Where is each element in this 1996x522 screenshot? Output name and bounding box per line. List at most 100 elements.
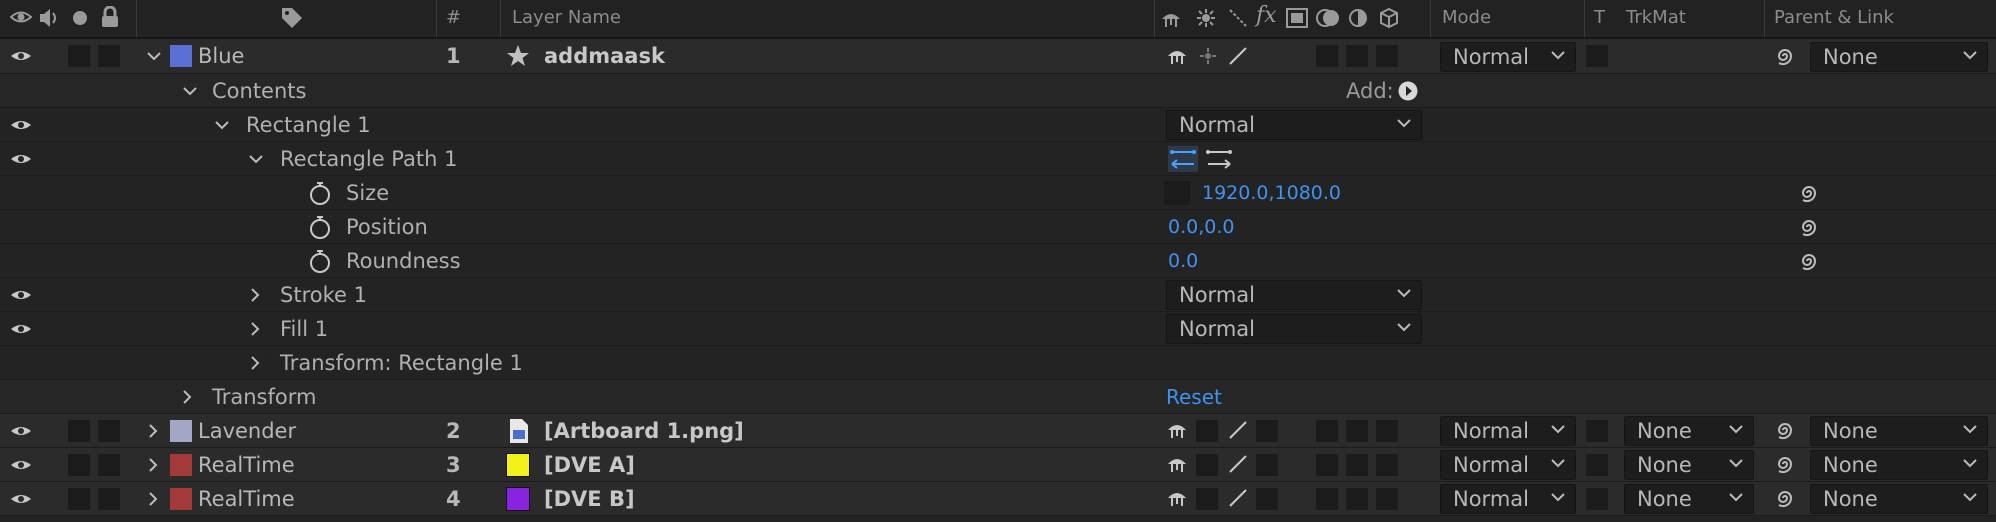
constrain-proportions-switch[interactable] xyxy=(1164,181,1190,205)
fill-1-row[interactable]: Fill 1 Normal xyxy=(0,312,1996,346)
rectangle-path-1-row[interactable]: Rectangle Path 1 xyxy=(0,142,1996,176)
path-direction-reverse-icon[interactable] xyxy=(1168,146,1198,172)
stopwatch-icon[interactable] xyxy=(308,180,332,206)
label-tag-icon[interactable] xyxy=(280,6,304,30)
3d-switch[interactable] xyxy=(1376,454,1398,476)
chevron-right-icon[interactable] xyxy=(250,321,260,337)
3d-layer-icon[interactable] xyxy=(1378,7,1400,29)
trkmat-dropdown[interactable]: None xyxy=(1624,416,1754,446)
mode-dropdown[interactable]: Normal xyxy=(1440,450,1576,480)
eye-icon[interactable] xyxy=(10,424,32,438)
chevron-right-icon[interactable] xyxy=(148,423,158,439)
eye-icon[interactable] xyxy=(10,458,32,472)
layer-row-3[interactable]: RealTime 3 [DVE A] Normal None None xyxy=(0,448,1996,482)
motion-blur-switch[interactable] xyxy=(1316,454,1338,476)
layer-row-2[interactable]: Lavender 2 [Artboard 1.png] Normal None … xyxy=(0,414,1996,448)
parent-dropdown[interactable]: None xyxy=(1810,42,1988,72)
3d-switch[interactable] xyxy=(1376,488,1398,510)
adjustment-switch[interactable] xyxy=(1346,488,1368,510)
3d-switch[interactable] xyxy=(1376,420,1398,442)
pick-whip-icon[interactable] xyxy=(1798,250,1820,272)
solo-switch[interactable] xyxy=(68,45,90,67)
solo-switch[interactable] xyxy=(68,420,90,442)
solo-icon[interactable] xyxy=(72,10,88,26)
position-value[interactable]: 0.0,0.0 xyxy=(1168,210,1234,244)
path-direction-normal-icon[interactable] xyxy=(1204,146,1234,172)
eye-icon[interactable] xyxy=(10,322,32,336)
size-value[interactable]: 1920.0,1080.0 xyxy=(1202,176,1341,210)
motion-blur-switch[interactable] xyxy=(1316,420,1338,442)
pick-whip-icon[interactable] xyxy=(1798,182,1820,204)
audio-icon[interactable] xyxy=(38,7,60,29)
trkmat-dropdown[interactable]: None xyxy=(1624,450,1754,480)
lock-switch[interactable] xyxy=(98,45,120,67)
label-color-swatch[interactable] xyxy=(170,420,192,442)
shy-switch-icon[interactable] xyxy=(1166,488,1188,508)
chevron-right-icon[interactable] xyxy=(182,389,192,405)
label-color-swatch[interactable] xyxy=(170,454,192,476)
shy-switch-icon[interactable] xyxy=(1166,46,1188,66)
roundness-value[interactable]: 0.0 xyxy=(1168,244,1198,278)
roundness-property-row[interactable]: Roundness 0.0 xyxy=(0,244,1996,278)
eye-icon[interactable] xyxy=(10,49,32,63)
parent-dropdown[interactable]: None xyxy=(1810,450,1988,480)
chevron-right-icon[interactable] xyxy=(250,287,260,303)
quality-switch-icon[interactable] xyxy=(1228,454,1248,474)
lock-icon[interactable] xyxy=(100,6,120,28)
chevron-right-icon[interactable] xyxy=(148,457,158,473)
fill-blend-dropdown[interactable]: Normal xyxy=(1166,314,1422,344)
effect-switch[interactable] xyxy=(1256,420,1278,442)
layer-name[interactable]: [DVE B] xyxy=(544,482,635,516)
solo-switch[interactable] xyxy=(68,454,90,476)
chevron-down-icon[interactable] xyxy=(214,120,230,130)
shy-icon[interactable] xyxy=(1160,9,1182,29)
motion-blur-switch[interactable] xyxy=(1316,488,1338,510)
layer-name[interactable]: addmaask xyxy=(544,39,665,73)
eye-icon[interactable] xyxy=(10,118,32,132)
adjustment-switch[interactable] xyxy=(1346,45,1368,67)
pick-whip-icon[interactable] xyxy=(1774,45,1796,67)
trkmat-dropdown[interactable]: None xyxy=(1624,484,1754,514)
quality-icon[interactable] xyxy=(1228,8,1248,28)
chevron-right-icon[interactable] xyxy=(250,355,260,371)
transform-rectangle-1-row[interactable]: Transform: Rectangle 1 xyxy=(0,346,1996,380)
chevron-right-icon[interactable] xyxy=(148,491,158,507)
preserve-transparency-switch[interactable] xyxy=(1586,488,1608,510)
rectangle-1-row[interactable]: Rectangle 1 Normal xyxy=(0,108,1996,142)
eye-icon[interactable] xyxy=(10,152,32,166)
chevron-down-icon[interactable] xyxy=(182,86,198,96)
lock-switch[interactable] xyxy=(98,488,120,510)
lock-switch[interactable] xyxy=(98,420,120,442)
pick-whip-icon[interactable] xyxy=(1774,487,1796,509)
contents-row[interactable]: Contents Add: xyxy=(0,74,1996,108)
collapse-switch[interactable] xyxy=(1196,420,1218,442)
layer-row-4[interactable]: RealTime 4 [DVE B] Normal None None xyxy=(0,482,1996,516)
effect-fx-icon[interactable]: fx xyxy=(1256,0,1277,33)
add-play-button-icon[interactable] xyxy=(1398,81,1418,101)
collapse-transform-icon[interactable] xyxy=(1196,8,1216,28)
3d-switch[interactable] xyxy=(1376,45,1398,67)
chevron-down-icon[interactable] xyxy=(248,154,264,164)
frame-blend-icon[interactable] xyxy=(1286,8,1308,28)
collapse-switch[interactable] xyxy=(1196,454,1218,476)
stopwatch-icon[interactable] xyxy=(308,248,332,274)
mode-dropdown[interactable]: Normal xyxy=(1440,416,1576,446)
transform-row[interactable]: Transform Reset xyxy=(0,380,1996,414)
stopwatch-icon[interactable] xyxy=(308,214,332,240)
mode-dropdown[interactable]: Normal xyxy=(1440,42,1576,72)
adjustment-switch[interactable] xyxy=(1346,420,1368,442)
layer-name[interactable]: [Artboard 1.png] xyxy=(544,414,744,448)
effect-switch[interactable] xyxy=(1256,454,1278,476)
lock-switch[interactable] xyxy=(98,454,120,476)
eye-icon[interactable] xyxy=(10,9,32,25)
effect-switch[interactable] xyxy=(1256,488,1278,510)
pick-whip-icon[interactable] xyxy=(1774,419,1796,441)
preserve-transparency-switch[interactable] xyxy=(1586,420,1608,442)
shy-switch-icon[interactable] xyxy=(1166,420,1188,440)
pick-whip-icon[interactable] xyxy=(1798,216,1820,238)
adjustment-switch[interactable] xyxy=(1346,454,1368,476)
parent-dropdown[interactable]: None xyxy=(1810,484,1988,514)
layer-name[interactable]: [DVE A] xyxy=(544,448,635,482)
chevron-down-icon[interactable] xyxy=(146,51,162,61)
eye-icon[interactable] xyxy=(10,288,32,302)
